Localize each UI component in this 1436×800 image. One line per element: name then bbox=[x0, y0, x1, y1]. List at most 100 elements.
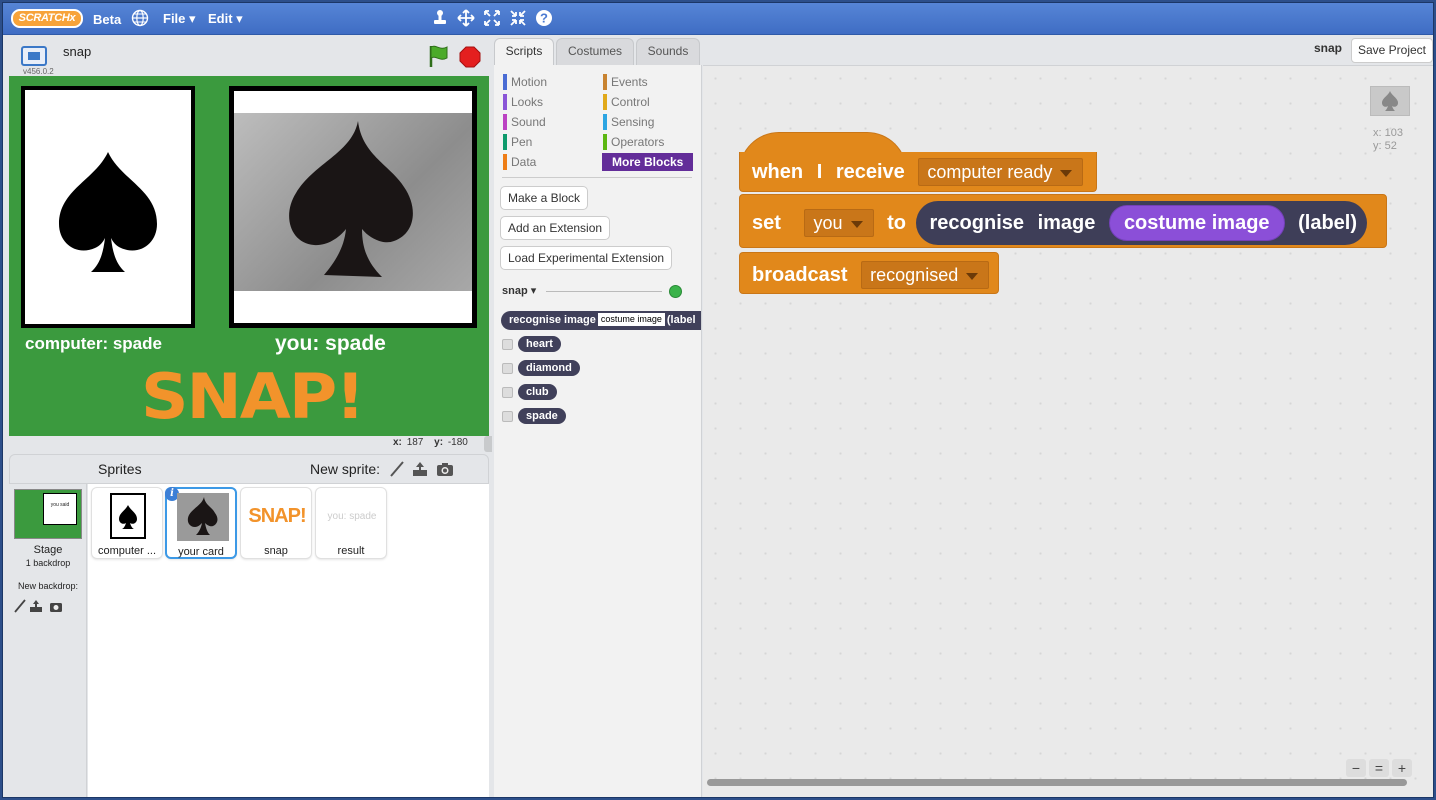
category-label: Motion bbox=[511, 75, 548, 89]
category-color-swatch bbox=[603, 134, 607, 150]
sprite-name: snap bbox=[264, 545, 288, 557]
category-pen[interactable]: Pen bbox=[503, 134, 532, 150]
cut-scissors-icon[interactable] bbox=[457, 9, 475, 27]
zoom-reset-icon[interactable]: = bbox=[1369, 759, 1389, 777]
when-i-receive-block[interactable]: when I receive computer ready bbox=[739, 152, 1097, 192]
spade-icon bbox=[59, 152, 157, 272]
scratchx-logo[interactable]: SCRATCHx bbox=[11, 9, 83, 28]
file-menu[interactable]: File ▾ bbox=[163, 11, 196, 27]
category-label: Pen bbox=[511, 135, 533, 149]
sprite-tile-result[interactable]: you: spade result bbox=[315, 487, 387, 559]
stage-selector[interactable]: you said Stage 1 backdrop New backdrop: bbox=[9, 484, 87, 797]
category-color-swatch bbox=[503, 114, 507, 130]
presentation-mode-icon[interactable] bbox=[21, 46, 47, 66]
your-card bbox=[229, 86, 477, 328]
computer-label: computer: spade bbox=[25, 334, 162, 353]
category-events[interactable]: Events bbox=[603, 74, 648, 90]
watcher-checkbox[interactable] bbox=[502, 363, 513, 374]
stage-thumbnail[interactable]: you said bbox=[14, 489, 82, 539]
y-value: -180 bbox=[447, 437, 468, 448]
broadcast-message-dropdown[interactable]: recognised bbox=[861, 260, 990, 289]
upload-backdrop-icon[interactable] bbox=[29, 599, 43, 613]
variable-dropdown[interactable]: you bbox=[804, 208, 874, 237]
tab-scripts[interactable]: Scripts bbox=[494, 38, 554, 65]
project-title[interactable]: snap bbox=[63, 44, 91, 59]
shrink-icon[interactable] bbox=[509, 9, 527, 27]
stop-sign-icon[interactable] bbox=[459, 46, 481, 68]
add-extension-button[interactable]: Add an Extension bbox=[500, 216, 611, 240]
category-color-swatch bbox=[503, 134, 507, 150]
stage-canvas[interactable]: computer: spade you: spade SNAP! bbox=[9, 76, 489, 436]
sprite-tile-computer[interactable]: computer ... bbox=[91, 487, 163, 559]
language-globe-icon[interactable] bbox=[131, 9, 149, 27]
sprite-tile-snap[interactable]: SNAP! snap bbox=[240, 487, 312, 559]
sprite-tile-your-card[interactable]: i your card bbox=[165, 487, 237, 559]
category-control[interactable]: Control bbox=[603, 94, 650, 110]
paint-backdrop-icon[interactable] bbox=[13, 599, 27, 613]
grow-icon[interactable] bbox=[483, 9, 501, 27]
category-color-swatch bbox=[503, 154, 507, 170]
category-sensing[interactable]: Sensing bbox=[603, 114, 654, 130]
message-dropdown[interactable]: computer ready bbox=[918, 158, 1084, 186]
hat-word-i: I bbox=[816, 160, 823, 183]
block-palette: Motion Events Looks Control Sound Sensin… bbox=[494, 65, 702, 797]
x-value: 187 bbox=[406, 437, 424, 448]
paint-brush-icon[interactable] bbox=[388, 460, 406, 478]
save-project-button[interactable]: Save Project bbox=[1351, 38, 1433, 63]
edit-menu[interactable]: Edit ▾ bbox=[208, 11, 243, 27]
block-slot[interactable]: costume image bbox=[597, 313, 665, 326]
reporter-pill[interactable]: spade bbox=[518, 408, 566, 424]
help-icon[interactable]: ? bbox=[535, 9, 553, 27]
category-motion[interactable]: Motion bbox=[503, 74, 547, 90]
upload-icon[interactable] bbox=[411, 460, 429, 478]
costume-image-reporter[interactable]: costume image bbox=[1108, 205, 1285, 242]
make-a-block-button[interactable]: Make a Block bbox=[500, 186, 589, 210]
recognise-image-reporter[interactable]: recognise image costume image (label) bbox=[915, 200, 1368, 245]
broadcast-block[interactable]: broadcast recognised bbox=[739, 252, 999, 294]
load-experimental-extension-button[interactable]: Load Experimental Extension bbox=[500, 246, 673, 270]
scripts-area[interactable]: x: 103 y: 52 when I receive computer rea… bbox=[703, 65, 1433, 797]
palette-divider bbox=[502, 177, 692, 178]
set-variable-block[interactable]: set you to recognise image costume image… bbox=[739, 194, 1387, 248]
svg-text:?: ? bbox=[540, 11, 548, 26]
category-data[interactable]: Data bbox=[503, 154, 536, 170]
category-label: Events bbox=[611, 75, 648, 89]
menu-bar: SCRATCHx Beta File ▾ Edit ▾ ? bbox=[3, 3, 1433, 35]
recog-word-2: image bbox=[1037, 212, 1096, 235]
extension-status-indicator[interactable] bbox=[669, 285, 682, 298]
watcher-checkbox[interactable] bbox=[502, 339, 513, 350]
reporter-pill[interactable]: diamond bbox=[518, 360, 580, 376]
to-word: to bbox=[887, 211, 906, 234]
category-sound[interactable]: Sound bbox=[503, 114, 546, 130]
category-more-blocks[interactable]: More Blocks bbox=[602, 153, 693, 171]
extension-name-menu[interactable]: snap ▾ bbox=[502, 284, 536, 297]
watcher-checkbox[interactable] bbox=[502, 411, 513, 422]
stage-label: Stage bbox=[33, 544, 63, 556]
you-label: you: spade bbox=[275, 332, 386, 355]
tab-sounds[interactable]: Sounds bbox=[636, 38, 700, 65]
watcher-checkbox[interactable] bbox=[502, 387, 513, 398]
green-flag-icon[interactable] bbox=[427, 44, 449, 68]
mini-spade-icon bbox=[1382, 91, 1398, 111]
zoom-in-icon[interactable]: + bbox=[1392, 759, 1412, 777]
category-label: Data bbox=[511, 155, 537, 169]
zoom-out-icon[interactable]: − bbox=[1346, 759, 1366, 777]
category-color-swatch bbox=[503, 94, 507, 110]
reporter-pill[interactable]: heart bbox=[518, 336, 561, 352]
camera-backdrop-icon[interactable] bbox=[49, 599, 63, 613]
label-word: (label) bbox=[1298, 211, 1358, 234]
recognise-image-block[interactable]: recognise image costume image (label bbox=[501, 311, 701, 330]
y-label: y: bbox=[434, 437, 444, 448]
tab-costumes[interactable]: Costumes bbox=[556, 38, 634, 65]
scratchx-window: SCRATCHx Beta File ▾ Edit ▾ ? snap v456.… bbox=[2, 2, 1434, 798]
sprite-name: result bbox=[337, 545, 365, 557]
sprite-mini-thumbnail bbox=[1370, 86, 1410, 116]
horizontal-scrollbar[interactable] bbox=[707, 779, 1407, 786]
duplicate-stamp-icon[interactable] bbox=[431, 9, 449, 27]
reporter-pill[interactable]: club bbox=[518, 384, 557, 400]
category-looks[interactable]: Looks bbox=[503, 94, 543, 110]
category-operators[interactable]: Operators bbox=[603, 134, 664, 150]
collapse-stage-handle[interactable] bbox=[484, 436, 492, 452]
camera-icon[interactable] bbox=[436, 460, 454, 478]
extension-divider bbox=[546, 291, 662, 292]
